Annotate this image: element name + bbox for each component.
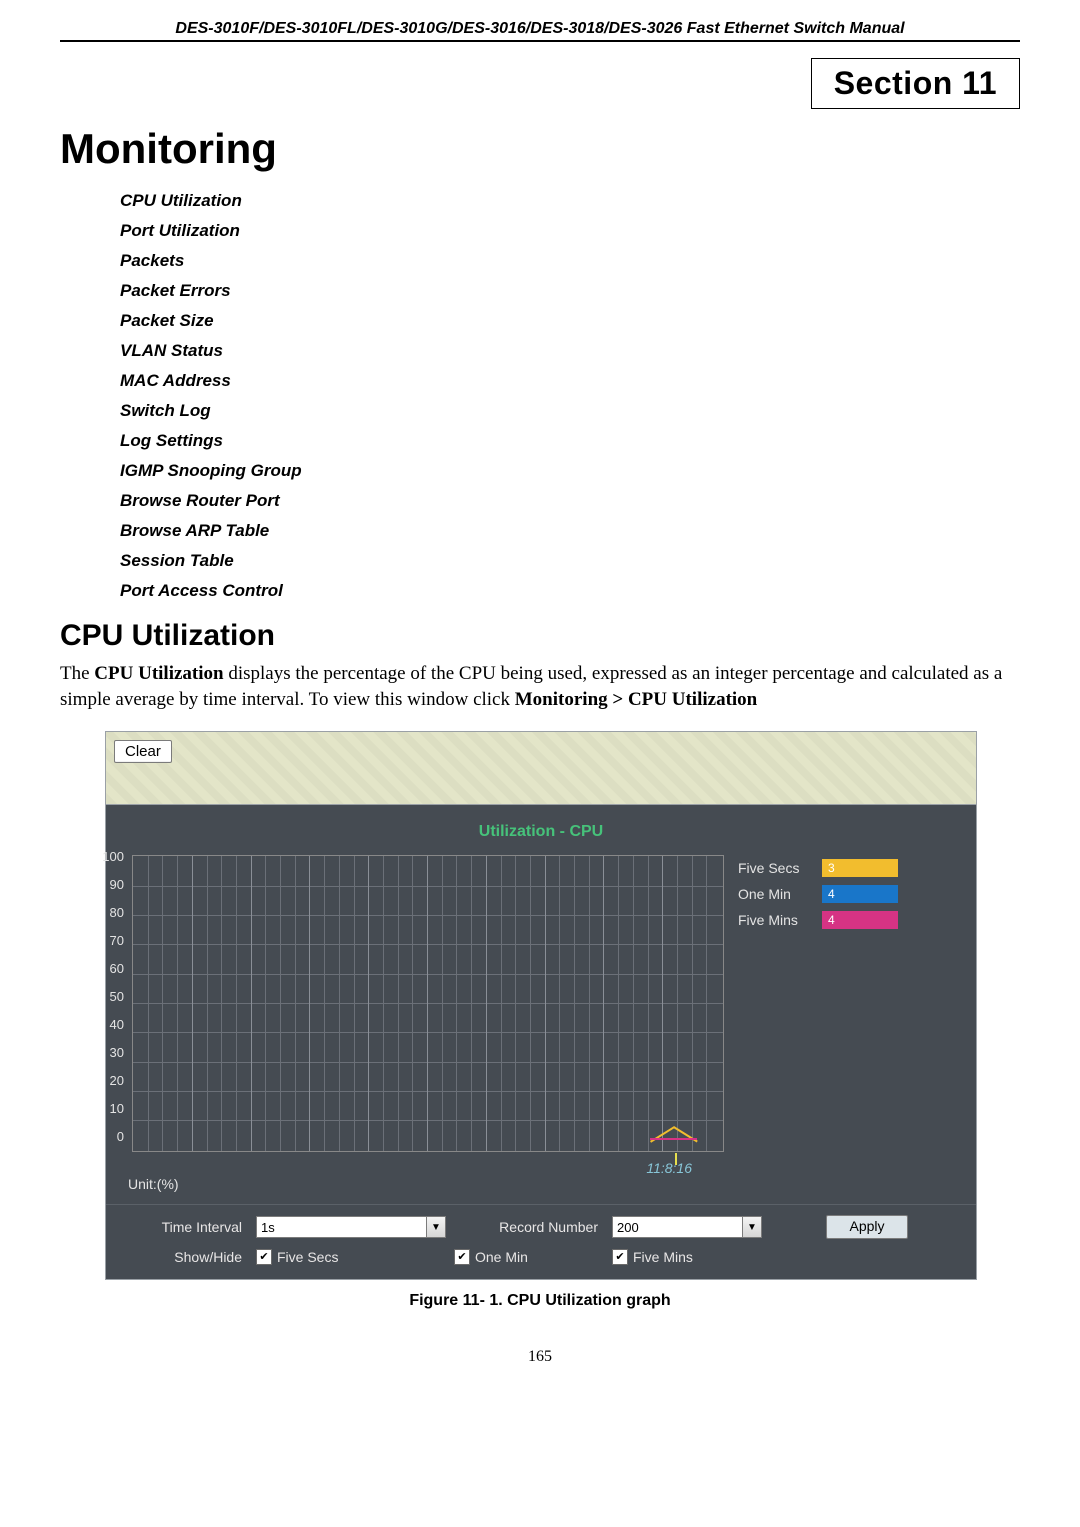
- toc-item: IGMP Snooping Group: [120, 461, 1020, 481]
- toc-item: Log Settings: [120, 431, 1020, 451]
- checkbox-icon: ✔: [454, 1249, 470, 1265]
- y-tick: 0: [94, 1129, 124, 1144]
- checkbox-label: One Min: [475, 1249, 528, 1265]
- cpu-utilization-panel: Clear Utilization - CPU 100 90 80 70 60: [105, 731, 977, 1280]
- five-secs-checkbox[interactable]: ✔ Five Secs: [256, 1249, 446, 1265]
- toc-item: Packet Errors: [120, 281, 1020, 301]
- time-marker-icon: [675, 1153, 677, 1165]
- figure-caption: Figure 11- 1. CPU Utilization graph: [105, 1292, 975, 1310]
- section-heading: CPU Utilization: [60, 619, 1020, 653]
- legend-swatch: 3: [822, 859, 898, 877]
- toc-item: Packets: [120, 251, 1020, 271]
- toc-item: CPU Utilization: [120, 191, 1020, 211]
- running-header: DES-3010F/DES-3010FL/DES-3010G/DES-3016/…: [60, 20, 1020, 42]
- time-interval-label: Time Interval: [118, 1219, 248, 1235]
- toc-item: MAC Address: [120, 371, 1020, 391]
- toc-item: Port Access Control: [120, 581, 1020, 601]
- toc-item: Packet Size: [120, 311, 1020, 331]
- record-number-select[interactable]: 200 ▼: [612, 1216, 762, 1238]
- y-tick: 50: [94, 989, 124, 1004]
- y-tick: 60: [94, 961, 124, 976]
- chart-controls: Time Interval 1s ▼ Record Number 200 ▼ A…: [106, 1204, 976, 1279]
- toc-item: Browse Router Port: [120, 491, 1020, 511]
- text-bold: Monitoring > CPU Utilization: [515, 689, 758, 710]
- legend-label: Five Secs: [738, 860, 810, 876]
- legend-swatch: 4: [822, 885, 898, 903]
- unit-label: Unit:(%): [128, 1176, 962, 1192]
- page-title: Monitoring: [60, 125, 1020, 173]
- chart-legend: Five Secs 3 One Min 4 Five Mins 4: [738, 855, 962, 937]
- y-tick: 30: [94, 1045, 124, 1060]
- chevron-down-icon: ▼: [426, 1217, 445, 1237]
- clear-button[interactable]: Clear: [114, 740, 172, 763]
- checkbox-icon: ✔: [612, 1249, 628, 1265]
- y-tick: 100: [94, 849, 124, 864]
- section-box: Section 11: [811, 58, 1020, 109]
- section-label: Section 11: [834, 65, 997, 101]
- time-interval-select[interactable]: 1s ▼: [256, 1216, 446, 1238]
- five-mins-checkbox[interactable]: ✔ Five Mins: [612, 1249, 762, 1265]
- checkbox-label: Five Secs: [277, 1249, 338, 1265]
- select-value: 1s: [261, 1220, 275, 1235]
- checkbox-icon: ✔: [256, 1249, 272, 1265]
- select-value: 200: [617, 1220, 639, 1235]
- chevron-down-icon: ▼: [742, 1217, 761, 1237]
- record-number-label: Record Number: [454, 1219, 604, 1235]
- toc-item: Session Table: [120, 551, 1020, 571]
- text-bold: CPU Utilization: [94, 663, 223, 684]
- one-min-checkbox[interactable]: ✔ One Min: [454, 1249, 604, 1265]
- text: The: [60, 663, 94, 684]
- y-tick: 80: [94, 905, 124, 920]
- panel-toolbar: Clear: [106, 732, 976, 805]
- legend-item-five-mins: Five Mins 4: [738, 911, 962, 929]
- show-hide-label: Show/Hide: [118, 1249, 248, 1265]
- toc-list: CPU Utilization Port Utilization Packets…: [120, 191, 1020, 601]
- y-tick: 20: [94, 1073, 124, 1088]
- toc-item: Switch Log: [120, 401, 1020, 421]
- legend-swatch: 4: [822, 911, 898, 929]
- legend-label: One Min: [738, 886, 810, 902]
- toc-item: Browse ARP Table: [120, 521, 1020, 541]
- y-tick: 40: [94, 1017, 124, 1032]
- legend-item-one-min: One Min 4: [738, 885, 962, 903]
- page-number: 165: [60, 1348, 1020, 1366]
- chart-timestamp: 11:8:16: [132, 1160, 722, 1176]
- y-tick: 90: [94, 877, 124, 892]
- y-axis-ticks: 100 90 80 70 60 50 40 30 20 10 0: [94, 849, 124, 1144]
- legend-label: Five Mins: [738, 912, 810, 928]
- checkbox-label: Five Mins: [633, 1249, 693, 1265]
- paragraph: The CPU Utilization displays the percent…: [60, 661, 1020, 713]
- toc-item: VLAN Status: [120, 341, 1020, 361]
- toc-item: Port Utilization: [120, 221, 1020, 241]
- chart-area: 100 90 80 70 60 50 40 30 20 10 0: [132, 855, 722, 1150]
- legend-item-five-secs: Five Secs 3: [738, 859, 962, 877]
- apply-button[interactable]: Apply: [826, 1215, 908, 1239]
- y-tick: 10: [94, 1101, 124, 1116]
- chart-title: Utilization - CPU: [479, 823, 603, 840]
- chart-plot: [132, 855, 724, 1152]
- y-tick: 70: [94, 933, 124, 948]
